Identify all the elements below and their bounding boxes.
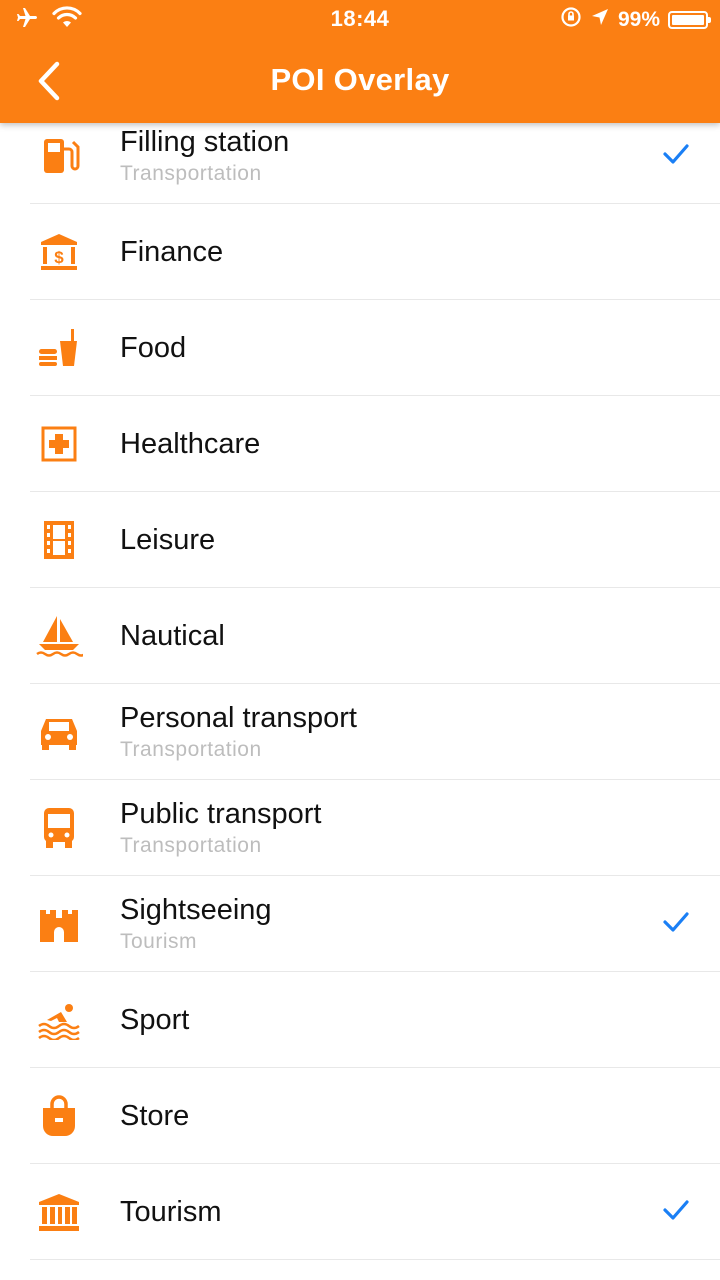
museum-icon	[35, 1191, 83, 1233]
list-item-label: Public transport	[120, 797, 322, 830]
bus-icon	[35, 807, 83, 849]
list-item[interactable]: Leisure	[30, 492, 720, 588]
list-item[interactable]: Public transport Transportation	[30, 780, 720, 876]
top-bar: 18:44 99% POI Overlay	[0, 0, 720, 123]
list-item-text: Store	[120, 1068, 640, 1163]
checkmark-icon	[662, 142, 690, 166]
list-item-text: Sightseeing Tourism	[120, 876, 640, 971]
list-item-label: Food	[120, 331, 187, 364]
list-item-category: Transportation	[120, 737, 262, 761]
list-item-category: Tourism	[120, 929, 198, 953]
list-item-label: Sightseeing	[120, 893, 272, 926]
list-item[interactable]: Personal transport Transportation	[30, 684, 720, 780]
list-item-label: Finance	[120, 235, 224, 268]
battery-percent: 99%	[617, 8, 660, 31]
sailboat-icon	[35, 615, 83, 657]
orientation-lock-icon	[560, 6, 582, 34]
navigation-bar: POI Overlay	[0, 40, 720, 123]
castle-icon	[35, 903, 83, 945]
list-item-label: Tourism	[120, 1195, 222, 1228]
fuel-pump-icon	[35, 135, 83, 177]
list-item-label: Nautical	[120, 619, 225, 652]
list-item[interactable]: $ Finance	[30, 204, 720, 300]
list-item-text: Public transport Transportation	[120, 780, 640, 875]
list-item-text: Sport	[120, 972, 640, 1067]
status-right: 99%	[560, 6, 711, 34]
list-item-label: Store	[120, 1099, 190, 1132]
list-item-text: Leisure	[120, 492, 640, 587]
list-item-text: Personal transport Transportation	[120, 684, 640, 779]
page-title: POI Overlay	[270, 62, 450, 97]
list-item-label: Healthcare	[120, 427, 261, 460]
list-item-label: Filling station	[120, 125, 290, 158]
medical-cross-icon	[35, 423, 83, 465]
checkmark-icon	[662, 1198, 690, 1222]
list-item-text: Tourism	[120, 1164, 640, 1259]
car-icon	[35, 711, 83, 753]
status-bar: 18:44 99%	[0, 0, 720, 40]
swimmer-icon	[35, 999, 83, 1041]
list-item-text: Nautical	[120, 588, 640, 683]
bank-icon: $	[35, 231, 83, 273]
location-arrow-icon	[590, 7, 610, 33]
poi-category-list: Filling station Transportation $ Finance Foo…	[0, 108, 720, 1260]
list-item[interactable]: Sport	[30, 972, 720, 1068]
film-strip-icon	[35, 519, 83, 561]
list-item-text: Finance	[120, 204, 640, 299]
list-item[interactable]: Nautical	[30, 588, 720, 684]
fast-food-icon	[35, 327, 83, 369]
list-item-label: Leisure	[120, 523, 216, 556]
list-item-label: Sport	[120, 1003, 190, 1036]
list-item-text: Food	[120, 300, 640, 395]
list-item-category: Transportation	[120, 161, 262, 185]
list-item[interactable]: Healthcare	[30, 396, 720, 492]
checkmark-icon	[662, 910, 690, 934]
list-item-category: Transportation	[120, 833, 262, 857]
list-item[interactable]: Food	[30, 300, 720, 396]
battery-level	[672, 15, 704, 25]
list-item[interactable]: Store	[30, 1068, 720, 1164]
battery-icon	[668, 11, 711, 29]
svg-text:$: $	[54, 248, 64, 267]
list-item-label: Personal transport	[120, 701, 357, 734]
list-item[interactable]: Sightseeing Tourism	[30, 876, 720, 972]
list-item-text: Healthcare	[120, 396, 640, 491]
shopping-bag-icon	[35, 1095, 83, 1137]
list-item[interactable]: Tourism	[30, 1164, 720, 1260]
